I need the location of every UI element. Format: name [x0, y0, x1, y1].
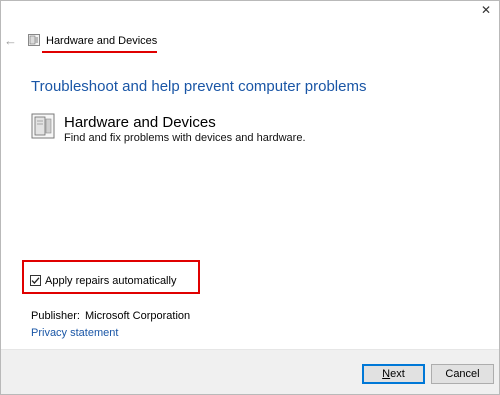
apply-repairs-label[interactable]: Apply repairs automatically — [45, 275, 176, 287]
cancel-button[interactable]: Cancel — [431, 364, 494, 384]
troubleshooter-window: ✕ ← Hardware and Devices Troubleshoot an… — [0, 0, 500, 395]
apply-repairs-checkbox[interactable] — [30, 275, 41, 286]
privacy-statement-link[interactable]: Privacy statement — [31, 327, 118, 339]
next-button-label: Next — [382, 368, 405, 380]
troubleshooter-icon — [28, 34, 40, 46]
checkmark-icon — [31, 277, 40, 284]
next-rest: ext — [390, 368, 405, 380]
close-icon: ✕ — [480, 3, 492, 17]
cancel-button-label: Cancel — [445, 368, 480, 380]
publisher-label: Publisher: — [31, 310, 80, 322]
title-highlight-underline — [42, 51, 157, 53]
back-arrow-icon: ← — [4, 33, 17, 48]
publisher-value: Microsoft Corporation — [85, 310, 191, 322]
next-mnemonic: N — [382, 368, 391, 380]
tool-name[interactable]: Hardware and Devices — [64, 114, 216, 131]
back-button[interactable]: ← — [4, 34, 17, 47]
page-heading: Troubleshoot and help prevent computer p… — [31, 78, 367, 95]
close-button[interactable]: ✕ — [479, 3, 493, 17]
next-button[interactable]: Next — [362, 364, 425, 384]
window-title: Hardware and Devices — [46, 35, 158, 47]
tool-description: Find and fix problems with devices and h… — [64, 132, 306, 144]
hardware-devices-icon — [31, 113, 55, 139]
